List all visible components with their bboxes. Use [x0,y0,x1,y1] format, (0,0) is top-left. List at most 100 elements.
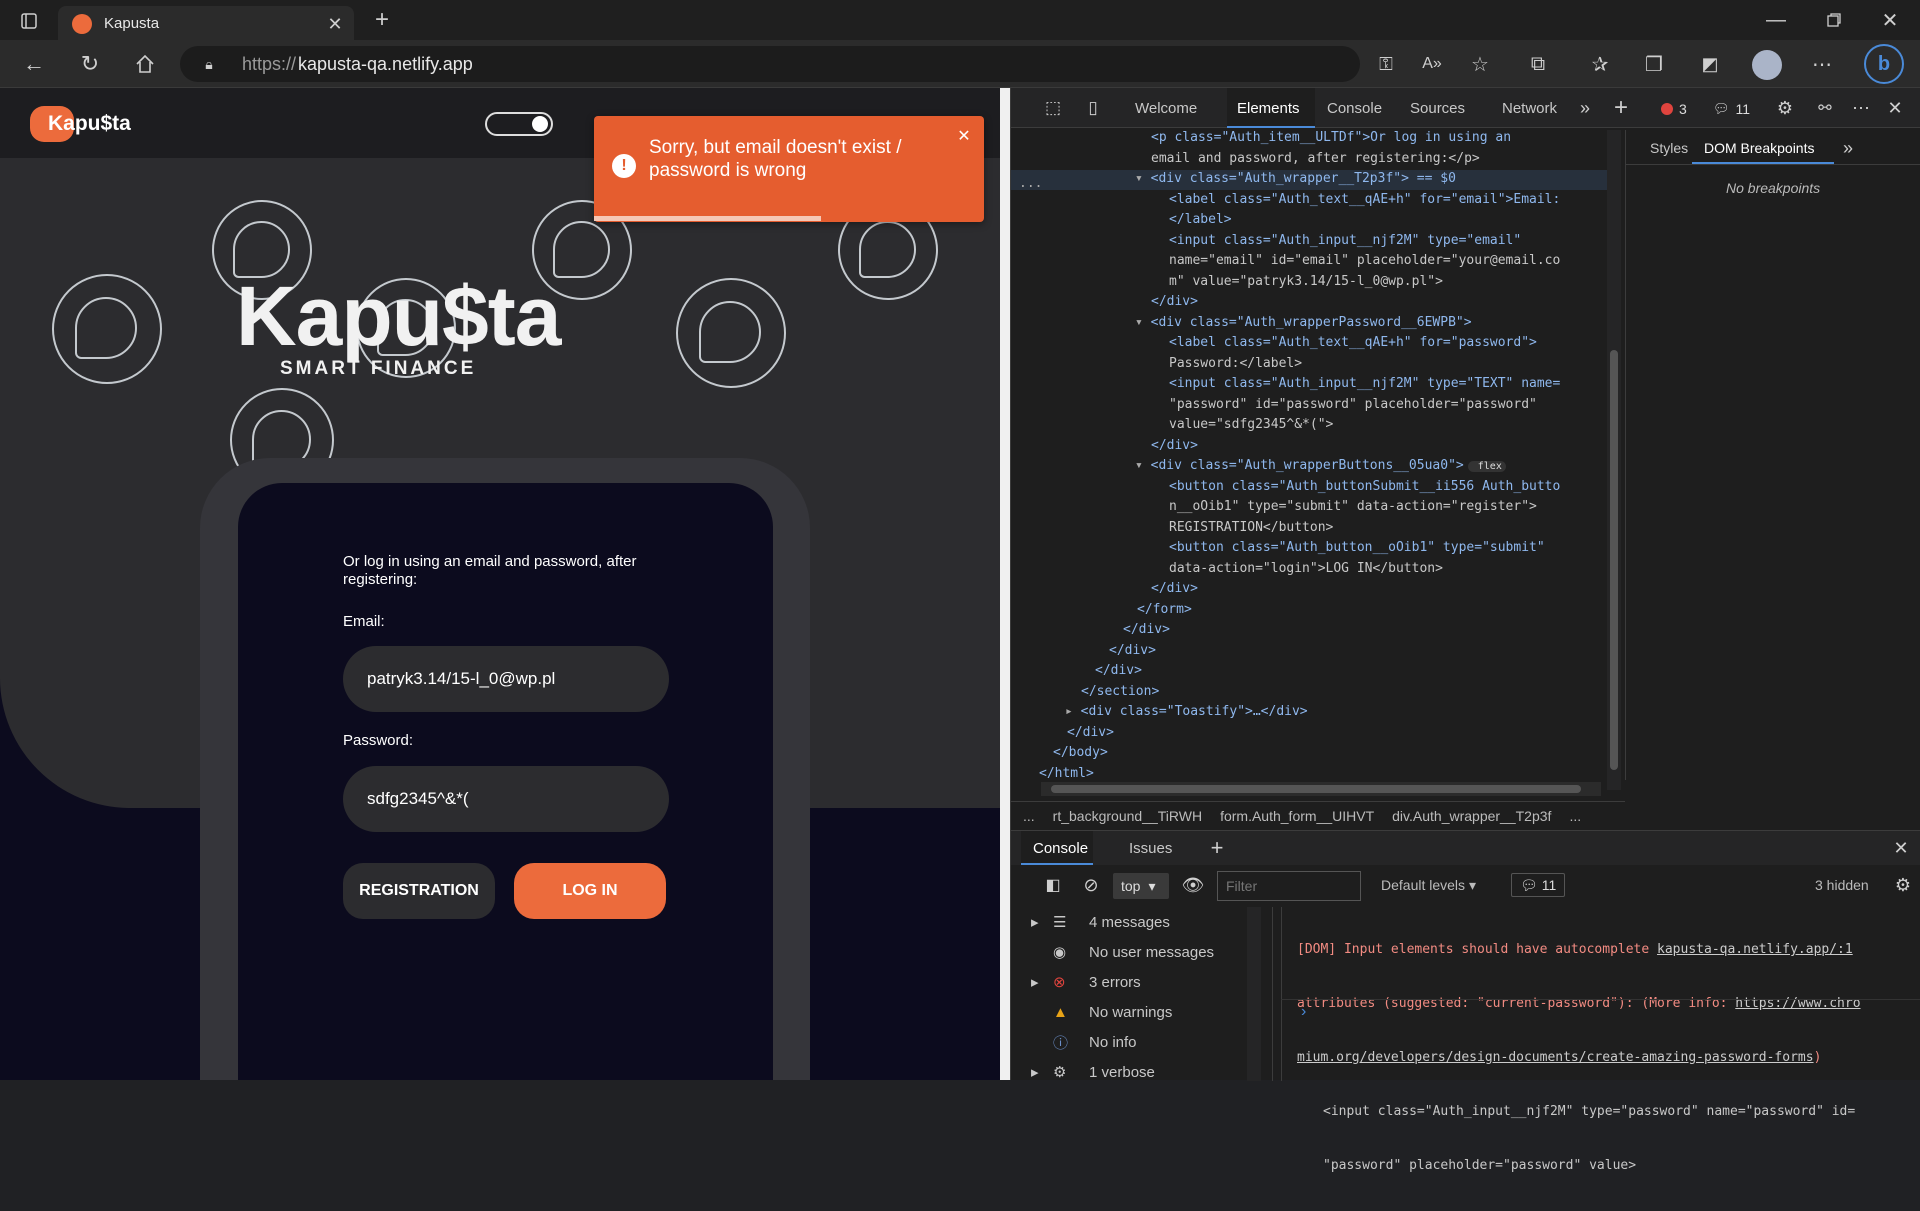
dom-line[interactable]: <label class="Auth_text__qAE+h" for="pas… [1169,333,1537,354]
dom-line[interactable]: n__oOib1" type="submit" data-action="reg… [1169,497,1537,518]
password-field[interactable] [343,766,669,832]
dom-line[interactable]: </div> [1151,436,1198,457]
dom-line[interactable]: value="sdfg2345^&*("> [1169,415,1333,436]
dom-line[interactable]: </div> [1123,620,1170,641]
dom-line[interactable]: REGISTRATION</button> [1169,518,1333,539]
sidebar-item-warnings[interactable]: ▲ No warnings [1031,997,1172,1027]
breadcrumb-ellipsis[interactable]: ... [1023,808,1035,824]
dom-line[interactable]: <input class="Auth_input__njf2M" type="T… [1169,374,1560,395]
message-source-link[interactable]: kapusta-qa.netlify.app/:1 [1657,942,1853,957]
expand-arrow-icon[interactable]: ▾ [1135,171,1151,186]
drawer-tab-issues[interactable]: Issues [1129,840,1172,857]
close-tab-icon[interactable]: ✕ [324,13,346,35]
favorites-icon[interactable]: ✰ [1586,50,1614,78]
expand-arrow-icon[interactable]: ▾ [1135,458,1151,473]
extensions-icon[interactable]: ⧉ [1524,50,1552,78]
add-tool-icon[interactable]: + [1609,94,1633,121]
side-more-icon[interactable]: » [1838,136,1858,160]
message-counter[interactable]: 💬︎ 11 [1713,98,1750,120]
expand-arrow-icon[interactable]: ▸ [1065,704,1081,719]
console-settings-icon[interactable]: ⚙ [1891,873,1915,897]
browser-essentials-icon[interactable]: ◩ [1696,50,1724,78]
dom-line[interactable]: <input class="Auth_input__njf2M" type="e… [1169,231,1521,252]
dom-line[interactable]: name="email" id="email" placeholder="you… [1169,251,1560,272]
tab-welcome[interactable]: Welcome [1135,100,1197,117]
key-icon[interactable]: ⚿ [1372,50,1400,78]
dom-line[interactable]: </div> [1067,723,1114,744]
console-sidebar-icon[interactable]: ◧ [1041,873,1065,897]
close-drawer-icon[interactable]: ✕ [1889,836,1913,860]
ellipsis-icon[interactable]: ... [1019,174,1042,195]
dom-hscrollbar-thumb[interactable] [1051,785,1581,793]
dom-line[interactable]: </html> [1039,764,1094,785]
console-message-badge[interactable]: 💬︎ 11 [1511,873,1566,897]
dom-scrollbar[interactable] [1607,130,1621,790]
tab-elements[interactable]: Elements [1237,100,1300,117]
copilot-icon[interactable]: b [1864,44,1904,84]
reload-icon[interactable]: ↻ [76,50,104,78]
console-sidebar-scrollbar[interactable] [1247,907,1261,1081]
url-bar[interactable]: 🔒︎ https:// kapusta-qa.netlify.app [180,46,1360,82]
drawer-add-icon[interactable]: + [1205,835,1229,860]
tab-styles[interactable]: Styles [1650,140,1688,156]
flex-badge[interactable]: flex [1467,461,1506,472]
dom-line[interactable]: <p class="Auth_item__ULTDf">Or log in us… [1151,130,1511,149]
close-window-icon[interactable]: ✕ [1876,6,1904,34]
drawer-tab-console[interactable]: Console [1033,840,1088,857]
clear-console-icon[interactable]: ⊘ [1079,873,1103,897]
dom-line[interactable]: </div> [1151,579,1198,600]
more-tabs-icon[interactable]: » [1573,96,1597,120]
dom-line[interactable]: </body> [1053,743,1108,764]
dom-line[interactable]: <button class="Auth_button__oOib1" type=… [1169,538,1545,559]
sidebar-item-verbose[interactable]: ▸ ⚙ 1 verbose [1031,1057,1155,1087]
breadcrumb-item[interactable]: form.Auth_form__UIHVT [1220,808,1374,824]
read-aloud-icon[interactable]: A» [1418,50,1446,78]
tab-console[interactable]: Console [1327,100,1382,117]
customize-icon[interactable]: ⚯ [1813,96,1837,120]
dom-line[interactable]: </section> [1081,682,1159,703]
tab-network[interactable]: Network [1502,100,1557,117]
email-field[interactable] [343,646,669,712]
dom-line[interactable]: </label> [1169,210,1232,231]
breadcrumb-item[interactable]: rt_background__TiRWH [1053,808,1202,824]
settings-icon[interactable]: ⚙ [1773,96,1797,120]
expand-arrow-icon[interactable]: ▾ [1135,315,1151,330]
back-icon[interactable]: ← [20,50,48,78]
sidebar-item-info[interactable]: ⓘ No info [1031,1027,1137,1057]
more-info-link[interactable]: mium.org/developers/design-documents/cre… [1297,1050,1814,1065]
home-icon[interactable] [131,50,159,78]
tab-kapusta[interactable]: Kapusta ✕ [58,6,354,40]
levels-dropdown[interactable]: Default levels ▾ [1381,877,1476,894]
profile-avatar[interactable] [1752,50,1782,80]
error-toast[interactable]: ! Sorry, but email doesn't exist / passw… [594,116,984,222]
theme-toggle[interactable] [485,112,553,136]
tab-dom-breakpoints[interactable]: DOM Breakpoints [1704,140,1814,156]
collections-icon[interactable]: ❐ [1640,50,1668,78]
dom-line[interactable]: ▸ <div class="Toastify">…</div> [1065,702,1308,723]
dom-line[interactable]: email and password, after registering:</… [1151,149,1480,170]
toast-close-icon[interactable]: ✕ [954,126,974,146]
error-counter[interactable]: 3 [1661,98,1687,120]
live-expression-icon[interactable]: 👁︎ [1181,873,1205,897]
favorite-add-icon[interactable]: ☆ [1466,50,1494,78]
restore-icon[interactable] [1820,6,1848,34]
dom-line[interactable]: ▾ <div class="Auth_wrapper__T2p3f"> == $… [1135,169,1456,190]
dom-line[interactable]: </form> [1137,600,1192,621]
inspect-icon[interactable]: ⬚ [1041,96,1065,120]
dom-line[interactable]: </div> [1095,661,1142,682]
close-devtools-icon[interactable]: ✕ [1883,96,1907,120]
dom-line[interactable]: m" value="patryk3.14/15-l_0@wp.pl"> [1169,272,1443,293]
dom-line[interactable]: <label class="Auth_text__qAE+h" for="ema… [1169,190,1560,211]
sidebar-item-messages[interactable]: ▸ ☰ 4 messages [1031,907,1170,937]
dom-line[interactable]: ▾ <div class="Auth_wrapperButtons__05ua0… [1135,456,1506,478]
sidebar-item-errors[interactable]: ▸ ⊗ 3 errors [1031,967,1141,997]
context-select[interactable]: top ▾ [1113,873,1169,899]
dom-tree[interactable]: ... <p class="Auth_item__ULTDf">Or log i… [1011,130,1607,822]
sidebar-item-user-messages[interactable]: ◉ No user messages [1031,937,1214,967]
tab-sources[interactable]: Sources [1410,100,1465,117]
breadcrumb-ellipsis[interactable]: ... [1569,808,1581,824]
logo-text[interactable]: Kapu$ta [48,112,131,136]
dom-line[interactable]: "password" id="password" placeholder="pa… [1169,395,1537,416]
dom-line[interactable]: <button class="Auth_buttonSubmit__ii556 … [1169,477,1560,498]
dom-line[interactable]: </div> [1151,292,1198,313]
